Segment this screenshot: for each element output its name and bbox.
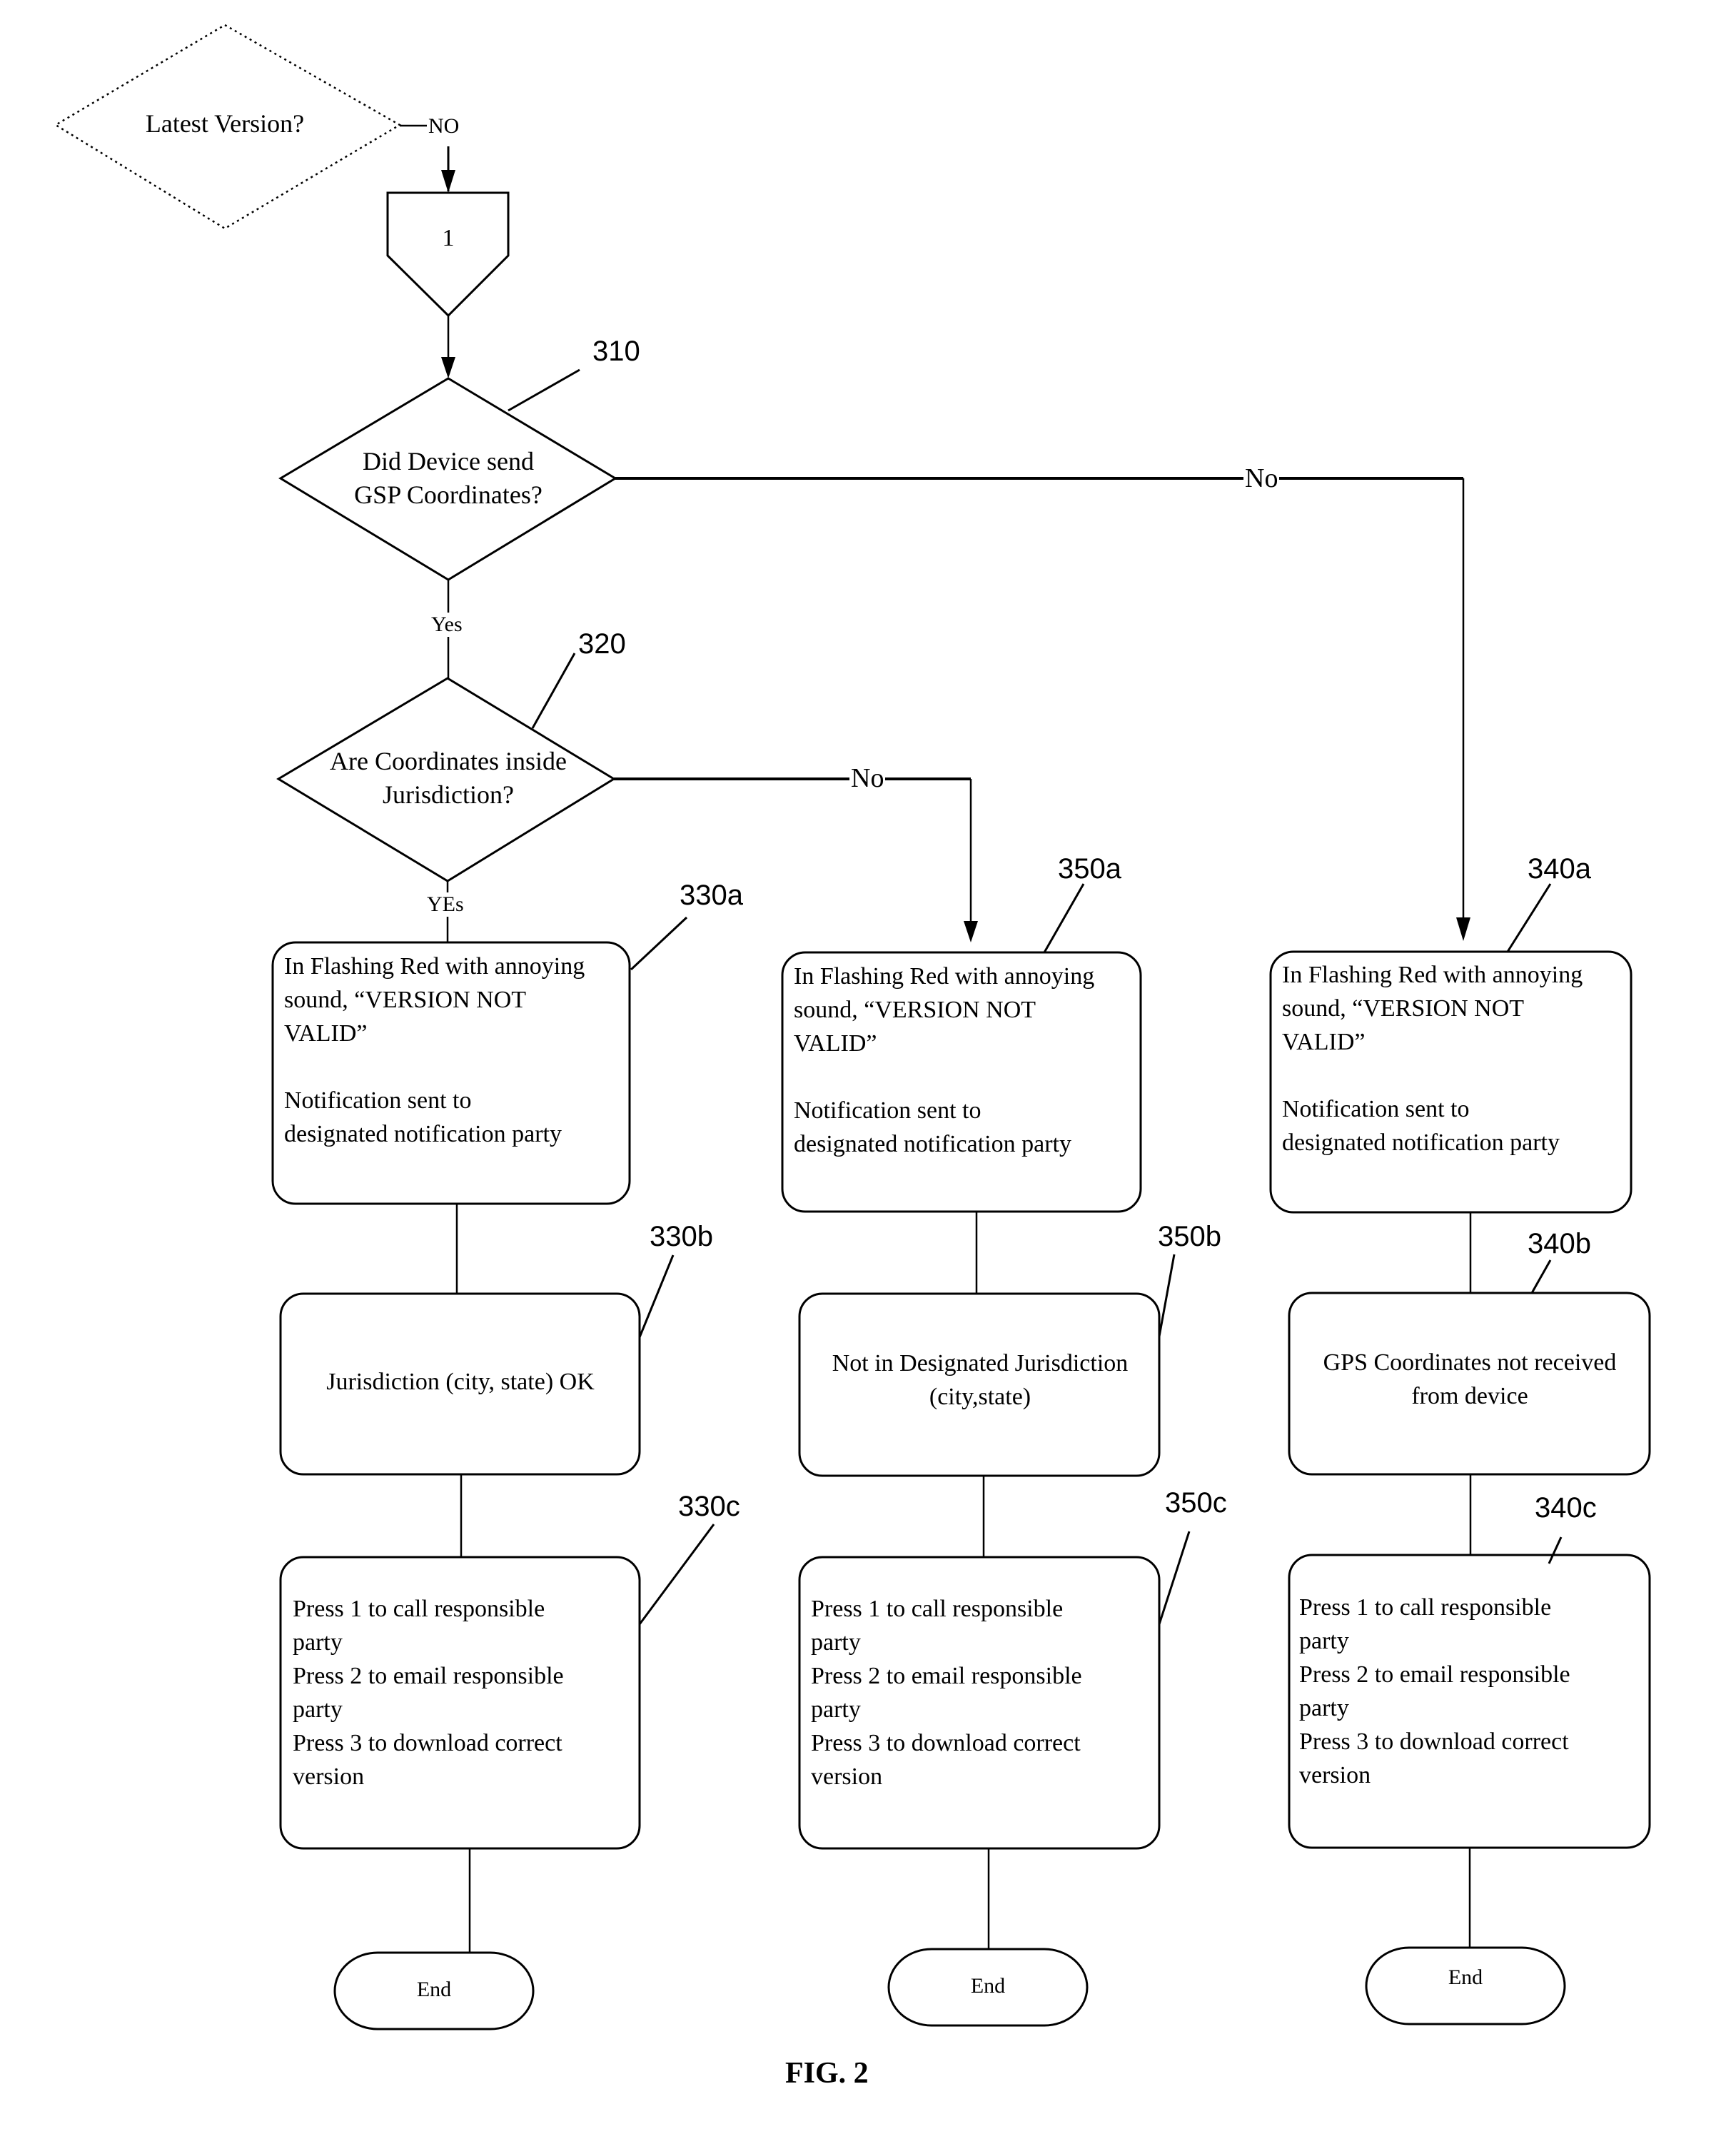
arrow-head-icon <box>964 921 978 942</box>
leader-330b <box>638 1254 675 1338</box>
leader-350b <box>1158 1254 1176 1337</box>
ref-350b: 350b <box>1158 1221 1221 1252</box>
end-330-label: End <box>416 1978 452 2001</box>
box-350b-text: Not in Designated Jurisdiction (city,sta… <box>832 1350 1129 1410</box>
decision-320-text: Are Coordinates inside Jurisdiction? <box>330 747 567 809</box>
arrow-head-icon <box>1456 917 1470 941</box>
latest-version-text: Latest Version? <box>145 109 305 138</box>
ref-310: 310 <box>592 336 640 367</box>
leader-350a <box>1043 883 1085 953</box>
arrow-head-icon <box>441 170 455 193</box>
ref-350c: 350c <box>1165 1487 1227 1519</box>
box-350a-text: In Flashing Red with annoying sound, “VE… <box>794 963 1095 1157</box>
arrow-head-icon <box>441 357 455 378</box>
decision-310-text: Did Device send GSP Coordinates? <box>354 447 542 509</box>
start-no-label: NO <box>427 114 461 139</box>
box-340a-text: In Flashing Red with annoying sound, “VE… <box>1282 962 1583 1156</box>
ref-330a: 330a <box>680 880 743 911</box>
leader-320 <box>531 653 576 729</box>
leader-330a <box>630 916 688 971</box>
ref-350a: 350a <box>1058 853 1121 885</box>
connector-label: 1 <box>442 225 455 251</box>
end-350-label: End <box>970 1974 1006 1998</box>
decision-310-yes-label: Yes <box>430 613 464 637</box>
ref-330c: 330c <box>678 1491 740 1522</box>
ref-340c: 340c <box>1535 1492 1597 1524</box>
leader-330c <box>638 1524 715 1625</box>
leader-340b <box>1530 1259 1552 1294</box>
ref-320: 320 <box>578 628 626 660</box>
decision-320-no-label: No <box>849 762 886 794</box>
leader-350c <box>1158 1531 1191 1625</box>
decision-310-no-label: No <box>1243 463 1280 494</box>
box-330c-text: Press 1 to call responsible party Press … <box>293 1596 564 1790</box>
leader-340a <box>1506 883 1552 952</box>
leader-310 <box>508 368 580 412</box>
figure-caption: FIG. 2 <box>785 2057 869 2090</box>
box-330a-text: In Flashing Red with annoying sound, “VE… <box>284 953 585 1147</box>
box-340b-text: GPS Coordinates not received from device <box>1323 1349 1617 1409</box>
ref-340b: 340b <box>1528 1228 1591 1259</box>
box-340c-text: Press 1 to call responsible party Press … <box>1299 1594 1570 1788</box>
end-340-label: End <box>1448 1966 1483 1989</box>
ref-330b: 330b <box>650 1221 713 1252</box>
box-350c-text: Press 1 to call responsible party Press … <box>811 1596 1082 1790</box>
ref-340a: 340a <box>1528 853 1591 885</box>
box-330b-text: Jurisdiction (city, state) OK <box>326 1369 595 1395</box>
decision-320-yes-label: YEs <box>425 892 465 917</box>
